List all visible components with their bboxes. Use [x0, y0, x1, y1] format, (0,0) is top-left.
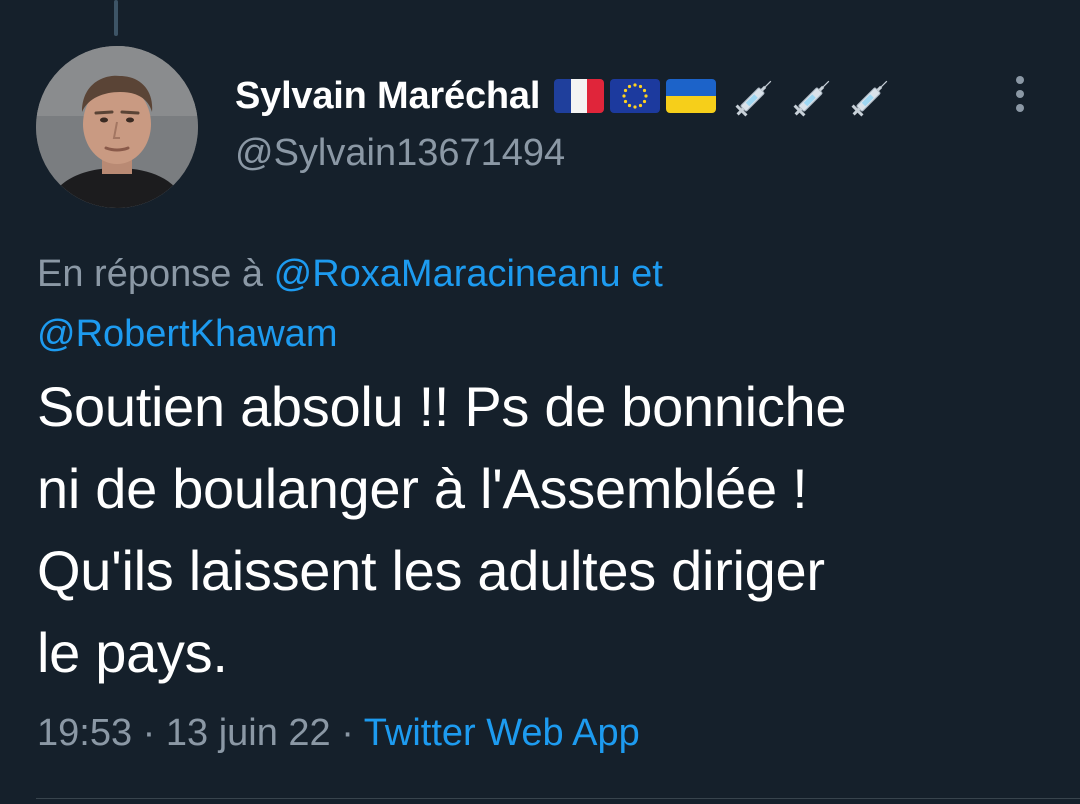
tweet-author: Sylvain Maréchal @Sylvain13671494	[235, 68, 894, 175]
avatar[interactable]	[36, 46, 198, 208]
tweet-body-text: Soutien absolu !! Ps de bonniche ni de b…	[37, 375, 847, 684]
author-display-name[interactable]: Sylvain Maréchal	[235, 75, 540, 118]
mention-link[interactable]: @RobertKhawam	[37, 313, 337, 355]
tweet-date[interactable]: 13 juin 22	[166, 712, 331, 754]
tweet-source-link[interactable]: Twitter Web App	[364, 712, 640, 754]
author-name-emoji-syringes	[734, 74, 894, 118]
syringe-icon	[851, 80, 888, 117]
meta-separator: ·	[142, 712, 156, 754]
mention-link[interactable]: @RoxaMaracineanu	[274, 253, 621, 295]
syringe-icon	[793, 80, 830, 117]
more-dot-icon	[1016, 90, 1024, 98]
author-name-row: Sylvain Maréchal	[235, 68, 894, 124]
author-name-emoji-flags	[554, 79, 717, 113]
tweet-time[interactable]: 19:53	[37, 712, 132, 754]
syringe-icon	[735, 80, 772, 117]
reply-context: En réponse à @RoxaMaracineanu et @RobertK…	[37, 244, 1037, 364]
reply-prefix: En réponse à	[37, 253, 264, 295]
avatar-image	[36, 46, 198, 208]
more-dot-icon	[1016, 76, 1024, 84]
author-handle[interactable]: @Sylvain13671494	[235, 132, 894, 175]
reply-conjunction: et	[631, 253, 663, 295]
meta-separator: ·	[341, 712, 354, 754]
eu-flag-icon	[610, 79, 661, 113]
divider	[36, 798, 1080, 799]
france-flag-icon	[554, 79, 605, 113]
more-options-button[interactable]	[1004, 72, 1036, 116]
tweet-metadata: 19:53 · 13 juin 22 · Twitter Web App	[37, 712, 640, 755]
more-dot-icon	[1016, 104, 1024, 112]
ukraine-flag-icon	[666, 79, 717, 113]
thread-connector-line	[114, 0, 118, 36]
